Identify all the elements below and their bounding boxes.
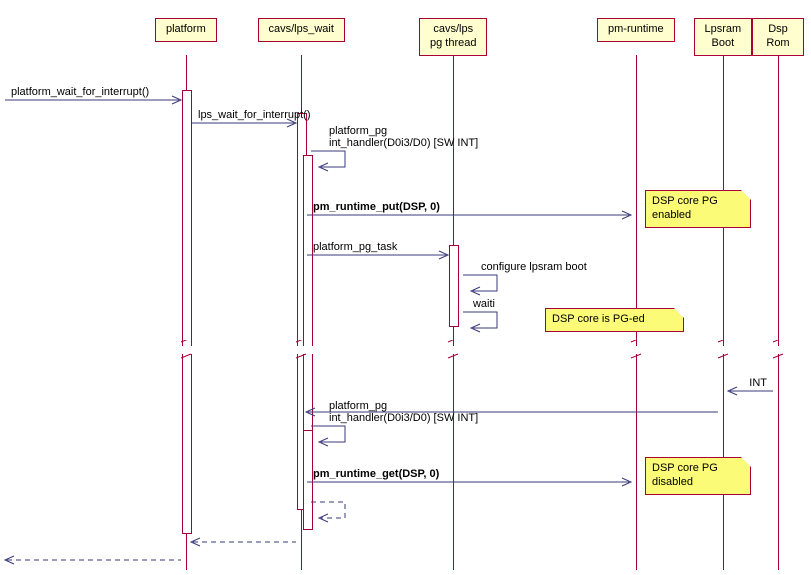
participant-pg: cavs/lps pg thread <box>419 18 487 56</box>
participant-boot: Lpsram Boot <box>694 18 753 56</box>
activation-platform <box>182 90 192 534</box>
message: pm_runtime_put(DSP, 0) <box>307 203 631 217</box>
lifeline-gap <box>0 346 811 354</box>
note: DSP core PGenabled <box>645 190 751 228</box>
message: lps_wait_for_interrupt() <box>192 111 296 125</box>
lifeline-rom <box>778 55 779 570</box>
message: INT <box>728 379 773 393</box>
message: platform_pg_task <box>307 243 448 257</box>
message <box>191 530 296 544</box>
participant-pm: pm-runtime <box>597 18 675 42</box>
message-self: platform_pgint_handler(D0i3/D0) [SW INT] <box>311 149 491 179</box>
participant-platform: platform <box>155 18 217 42</box>
participant-rom: Dsp Rom <box>752 18 804 56</box>
message <box>5 548 181 562</box>
message-self <box>311 500 491 530</box>
message: pm_runtime_get(DSP, 0) <box>307 470 631 484</box>
note: DSP core PGdisabled <box>645 457 751 495</box>
participant-wait: cavs/lps_wait <box>258 18 345 42</box>
message-self: platform_pgint_handler(D0i3/D0) [SW INT] <box>311 424 491 454</box>
activation-pg <box>449 245 459 327</box>
note: DSP core is PG-ed <box>545 308 684 332</box>
message: platform_wait_for_interrupt() <box>5 88 181 102</box>
